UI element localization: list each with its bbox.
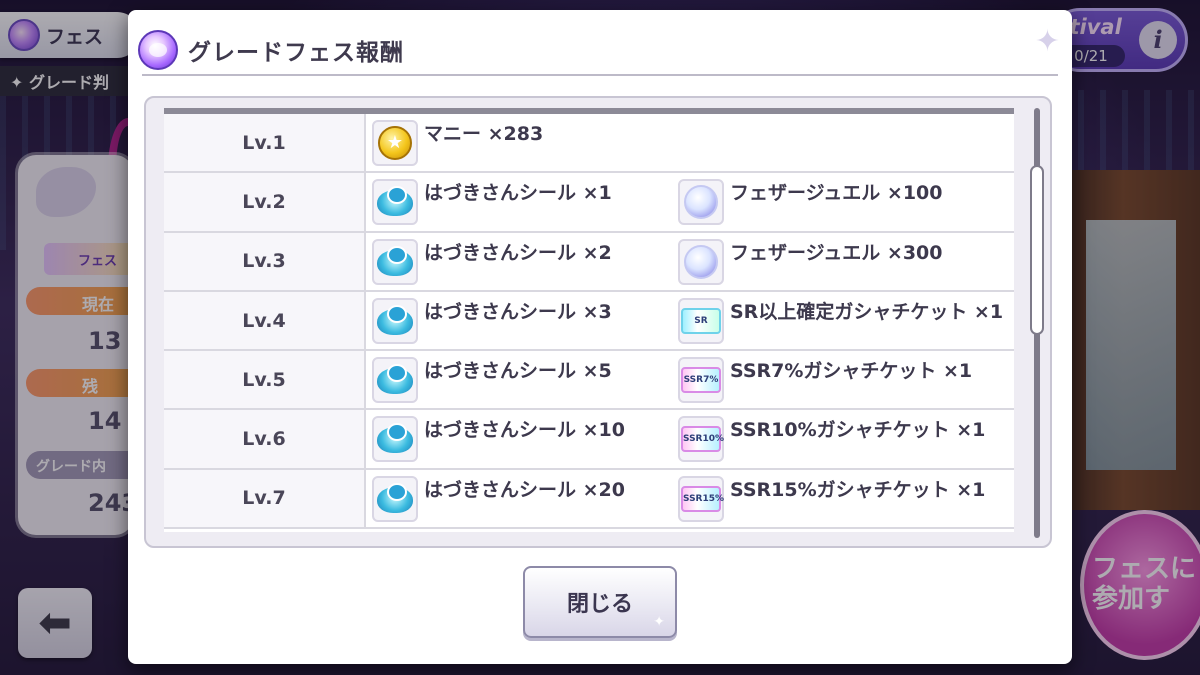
seal-icon xyxy=(372,475,418,522)
reward-level: Lv.2 xyxy=(164,173,366,231)
reward-item-label: はづきさんシール ×20 xyxy=(424,478,625,501)
reward-row: Lv.4 はづきさんシール ×3 SR SR以上確定ガシャチケット ×1 xyxy=(164,291,1014,352)
reward-level: Lv.6 xyxy=(164,410,366,468)
reward-level: Lv.3 xyxy=(164,232,366,290)
seal-icon xyxy=(372,416,418,463)
reward-row: Lv.2 はづきさんシール ×1 フェザージュエル ×100 xyxy=(164,173,1014,233)
seal-shape xyxy=(377,423,413,455)
reward-item[interactable]: フェザージュエル ×100 xyxy=(678,179,998,226)
reward-dialog: グレードフェス報酬 ✦ Lv.1 ★ マニー ×283 Lv.2 はづきさんシール ×1… xyxy=(128,10,1072,664)
reward-item[interactable]: はづきさんシール ×10 xyxy=(372,416,625,463)
reward-item-label: フェザージュエル ×100 xyxy=(730,182,943,205)
reward-item-label: フェザージュエル ×300 xyxy=(730,241,943,264)
reward-item-label: はづきさんシール ×5 xyxy=(424,360,612,383)
fes-emblem-icon xyxy=(138,30,178,70)
reward-item[interactable]: フェザージュエル ×300 xyxy=(678,238,998,285)
reward-item[interactable]: SSR7% SSR7%ガシャチケット ×1 xyxy=(678,357,998,404)
button-sparkle-icon: ✦ xyxy=(653,614,665,630)
reward-row: Lv.7 はづきさんシール ×20 SSR15% SSR15%ガシャチケット ×1 xyxy=(164,469,1014,530)
seal-shape xyxy=(377,304,413,337)
reward-item[interactable]: はづきさんシール ×20 xyxy=(372,475,625,522)
reward-level: Lv.5 xyxy=(164,351,366,409)
dialog-title: グレードフェス報酬 xyxy=(188,40,404,66)
reward-item[interactable]: ★ マニー ×283 xyxy=(372,120,543,166)
dialog-header: グレードフェス報酬 xyxy=(138,22,1058,78)
sr-ticket-icon: SR xyxy=(678,297,724,344)
coin-icon: ★ xyxy=(372,120,418,166)
sparkle-icon: ✦ xyxy=(1034,24,1060,59)
reward-item-label: SR以上確定ガシャチケット ×1 xyxy=(730,300,1004,323)
seal-icon xyxy=(372,179,418,226)
ssr-ticket-icon: SSR10% xyxy=(678,416,724,463)
scrollbar-thumb[interactable] xyxy=(1030,165,1044,336)
reward-item[interactable]: はづきさんシール ×3 xyxy=(372,297,612,344)
reward-item[interactable]: はづきさんシール ×1 xyxy=(372,179,612,226)
seal-icon xyxy=(372,297,418,344)
reward-level: Lv.1 xyxy=(164,114,366,172)
reward-item-label: はづきさんシール ×1 xyxy=(424,182,612,205)
ssr-ticket-icon: SSR15% xyxy=(678,475,724,522)
close-button-label: 閉じる xyxy=(566,592,633,617)
reward-level: Lv.4 xyxy=(164,291,366,350)
ticket-text: SSR7% xyxy=(681,367,721,394)
seal-shape xyxy=(377,245,413,278)
jewel-icon xyxy=(678,179,724,226)
ssr-ticket-icon: SSR7% xyxy=(678,357,724,404)
reward-item-label: SSR10%ガシャチケット ×1 xyxy=(730,419,986,442)
reward-list-frame: Lv.1 ★ マニー ×283 Lv.2 はづきさんシール ×1 フェザージュエル ×10… xyxy=(144,96,1052,548)
header-divider xyxy=(142,74,1058,76)
seal-icon xyxy=(372,357,418,404)
reward-row: Lv.1 ★ マニー ×283 xyxy=(164,114,1014,174)
reward-list[interactable]: Lv.1 ★ マニー ×283 Lv.2 はづきさんシール ×1 フェザージュエル ×10… xyxy=(164,114,1014,532)
reward-item-label: SSR7%ガシャチケット ×1 xyxy=(730,360,973,383)
reward-item[interactable]: SSR10% SSR10%ガシャチケット ×1 xyxy=(678,416,998,463)
reward-item-label: SSR15%ガシャチケット ×1 xyxy=(730,478,986,501)
jewel-shape xyxy=(684,185,718,220)
reward-row: Lv.5 はづきさんシール ×5 SSR7% SSR7%ガシャチケット ×1 xyxy=(164,351,1014,411)
reward-item[interactable]: はづきさんシール ×2 xyxy=(372,238,612,285)
ticket-text: SR xyxy=(681,307,721,334)
ticket-text: SSR10% xyxy=(681,426,724,453)
jewel-icon xyxy=(678,238,724,285)
seal-shape xyxy=(377,186,413,218)
reward-item[interactable]: SSR15% SSR15%ガシャチケット ×1 xyxy=(678,475,998,522)
seal-icon xyxy=(372,238,418,285)
reward-row: Lv.6 はづきさんシール ×10 SSR10% SSR10%ガシャチケット ×1 xyxy=(164,410,1014,470)
reward-item[interactable]: SR SR以上確定ガシャチケット ×1 xyxy=(678,297,1003,344)
reward-level: Lv.7 xyxy=(164,469,366,528)
reward-item-label: はづきさんシール ×10 xyxy=(424,419,625,442)
seal-shape xyxy=(377,482,413,515)
reward-row: Lv.3 はづきさんシール ×2 フェザージュエル ×300 xyxy=(164,232,1014,292)
ticket-text: SSR15% xyxy=(681,485,724,512)
reward-item[interactable]: はづきさんシール ×5 xyxy=(372,357,612,404)
jewel-shape xyxy=(684,244,718,279)
reward-item-label: マニー ×283 xyxy=(424,123,544,145)
reward-item-label: はづきさんシール ×3 xyxy=(424,300,612,323)
coin-star: ★ xyxy=(378,126,412,160)
close-button[interactable]: 閉じる ✦ xyxy=(523,566,677,638)
reward-item-label: はづきさんシール ×2 xyxy=(424,241,612,264)
seal-shape xyxy=(377,364,413,396)
